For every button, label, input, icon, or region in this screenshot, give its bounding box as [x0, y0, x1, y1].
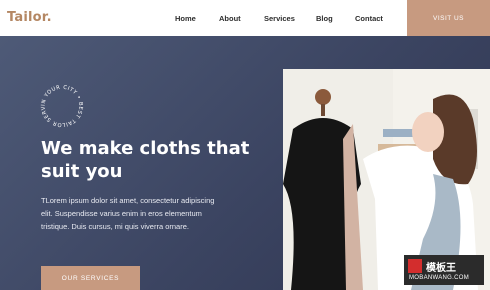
- badge-text: IN YOUR CITY • BEST TAILOR SERVICES •: [38, 82, 83, 127]
- hero-photo-tailor: 模板王 MOBANWANG.COM: [283, 69, 490, 290]
- top-navigation: Tailor. Home About Services Blog Contact…: [0, 0, 490, 36]
- watermark-domain: MOBANWANG.COM: [409, 275, 470, 281]
- headline-line-2: suit you: [41, 161, 123, 182]
- hero-headline: We make cloths that suit you: [41, 137, 281, 183]
- nav-link-contact[interactable]: Contact: [355, 14, 383, 23]
- nav-link-home[interactable]: Home: [175, 14, 196, 23]
- nav-link-services[interactable]: Services: [264, 14, 295, 23]
- nav-link-about[interactable]: About: [219, 14, 241, 23]
- circular-badge-icon: IN YOUR CITY • BEST TAILOR SERVICES •: [38, 82, 83, 127]
- hero-paragraph: TLorem ipsum dolor sit amet, consectetur…: [41, 196, 215, 231]
- brand-logo[interactable]: Tailor.: [7, 10, 52, 25]
- watermark-logo-icon: [408, 259, 422, 273]
- headline-line-1: We make cloths that: [41, 138, 250, 159]
- watermark-brand: 模板王: [426, 263, 456, 274]
- site-watermark: 模板王 MOBANWANG.COM: [404, 255, 484, 285]
- svg-text:IN YOUR CITY • BEST TAILOR SER: IN YOUR CITY • BEST TAILOR SERVICES •: [38, 82, 83, 127]
- visit-us-button[interactable]: VISIT US: [407, 0, 490, 36]
- our-services-button[interactable]: OUR SERVICES: [41, 266, 140, 290]
- nav-link-blog[interactable]: Blog: [316, 14, 333, 23]
